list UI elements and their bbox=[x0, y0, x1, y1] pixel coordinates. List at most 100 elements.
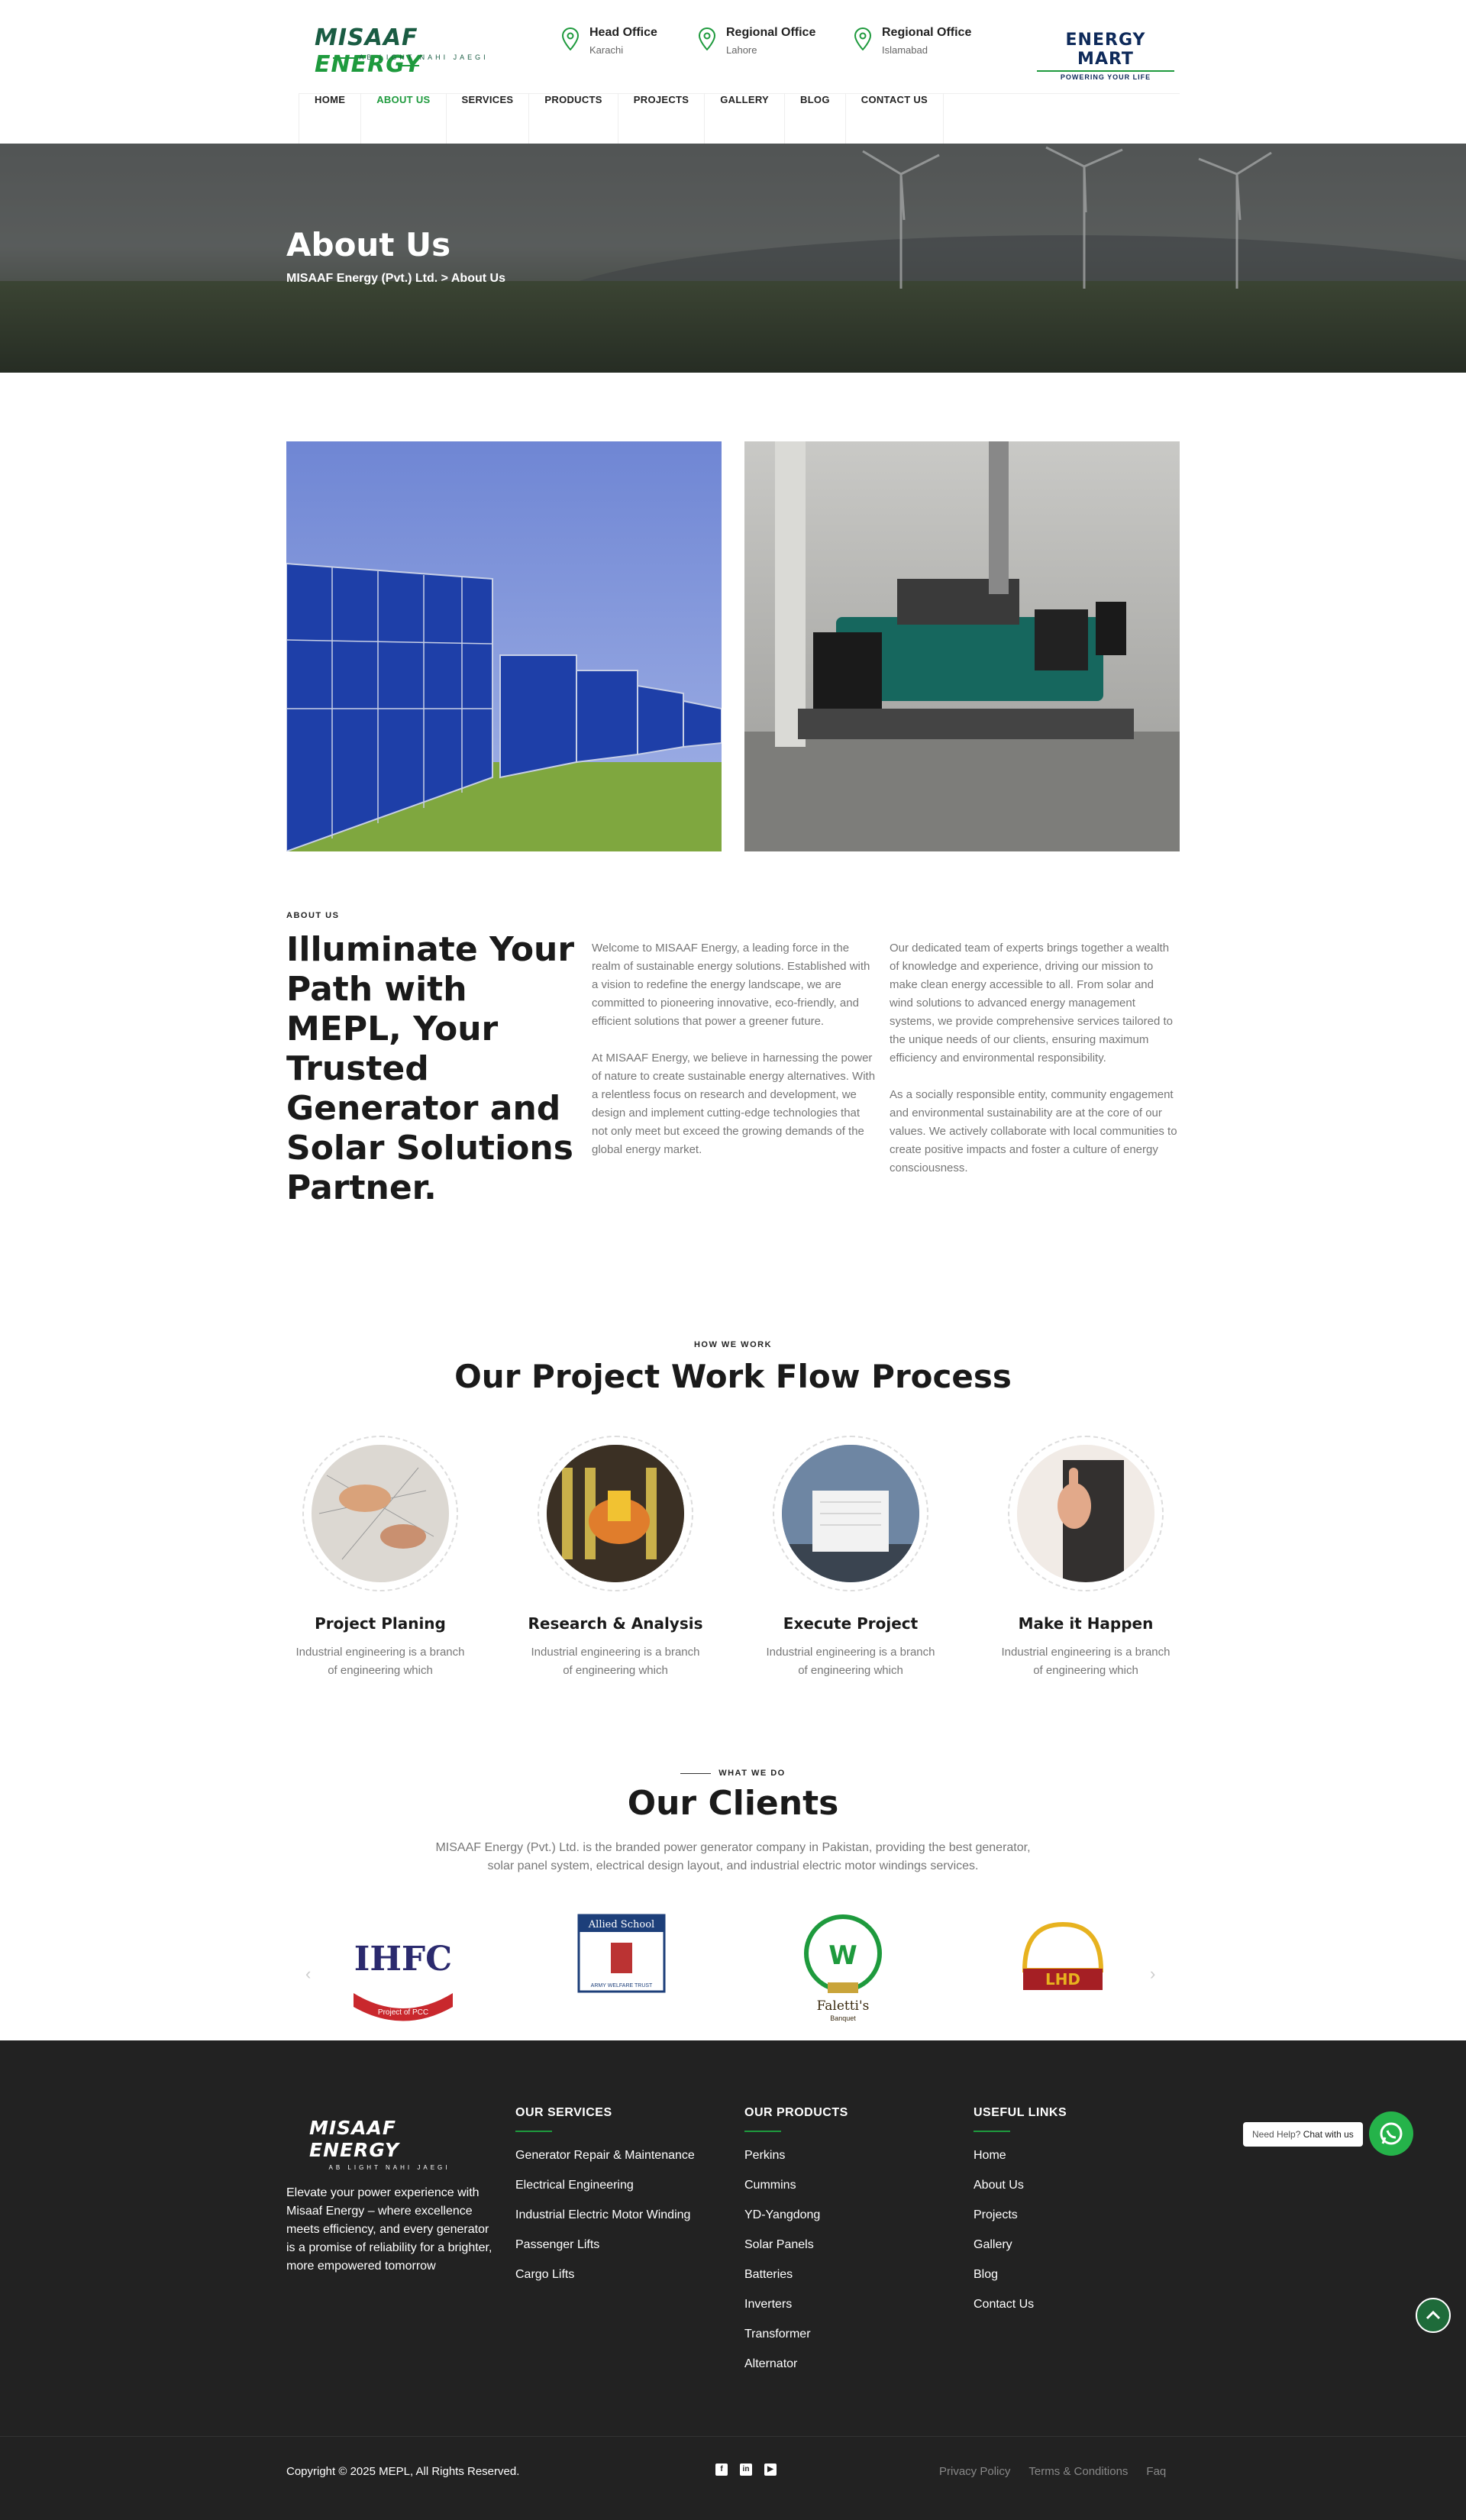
footer-logo[interactable]: MISAAF ENERGY AB LIGHT NAHI JAEGI bbox=[309, 2117, 470, 2171]
chevron-right-icon[interactable]: › bbox=[1150, 1964, 1155, 1984]
workflow-title: Our Project Work Flow Process bbox=[454, 1358, 1012, 1395]
location-pin-icon bbox=[699, 27, 715, 50]
footer-link[interactable]: Transformer bbox=[744, 2328, 848, 2357]
breadcrumb[interactable]: MISAAF Energy (Pvt.) Ltd. > About Us bbox=[286, 272, 505, 286]
client-logo-text: IHFC bbox=[354, 1940, 452, 1979]
legal-links: Privacy Policy Terms & Conditions Faq bbox=[939, 2465, 1166, 2478]
client-logo-allied-school[interactable]: Allied School ARMY WELFARE TRUST bbox=[560, 1909, 683, 2031]
footer-logo-word: MISAAF ENERGY bbox=[309, 2117, 399, 2161]
about-heading: Illuminate Your Path with MEPL, Your Tru… bbox=[286, 930, 575, 1207]
footer-link[interactable]: Home bbox=[974, 2149, 1067, 2179]
footer-link[interactable]: Batteries bbox=[744, 2268, 848, 2298]
step-name: Project Planing bbox=[315, 1614, 446, 1633]
chevron-left-icon[interactable]: ‹ bbox=[305, 1964, 311, 1984]
about-column-left: Welcome to MISAAF Energy, a leading forc… bbox=[592, 939, 878, 1159]
office-title: Regional Office bbox=[726, 26, 816, 39]
clients-description: MISAAF Energy (Pvt.) Ltd. is the branded… bbox=[435, 1841, 1031, 1872]
generator-image bbox=[744, 441, 1180, 851]
footer-link[interactable]: Generator Repair & Maintenance bbox=[515, 2149, 695, 2179]
nav-products[interactable]: PRODUCTS bbox=[528, 94, 617, 144]
nav-services[interactable]: SERVICES bbox=[445, 94, 529, 144]
chat-help-bubble[interactable]: Need Help? Chat with us bbox=[1243, 2122, 1363, 2147]
page-hero: About Us MISAAF Energy (Pvt.) Ltd. > Abo… bbox=[0, 144, 1466, 373]
office-lahore: Regional Office Lahore bbox=[699, 26, 815, 61]
svg-text:W: W bbox=[828, 1940, 857, 1971]
client-logo-text: Allied School bbox=[588, 1919, 654, 1930]
logo-tagline: AB LIGHT NAHI JAEGI bbox=[315, 53, 502, 69]
footer-link[interactable]: Projects bbox=[974, 2208, 1067, 2238]
client-logo-lhd[interactable]: LHD bbox=[1002, 1909, 1124, 2031]
footer-link[interactable]: Cummins bbox=[744, 2179, 848, 2208]
footer-link[interactable]: Electrical Engineering bbox=[515, 2179, 695, 2208]
office-city: Islamabad bbox=[882, 44, 928, 56]
site-footer: MISAAF ENERGY AB LIGHT NAHI JAEGI Elevat… bbox=[0, 2040, 1466, 2520]
linkedin-icon[interactable]: in bbox=[740, 2463, 752, 2476]
step-desc: Industrial engineering is a branch of en… bbox=[295, 1646, 465, 1677]
footer-logo-tagline: AB LIGHT NAHI JAEGI bbox=[328, 2164, 450, 2171]
location-pin-icon bbox=[562, 27, 579, 50]
office-city: Lahore bbox=[726, 44, 757, 56]
footer-link[interactable]: YD-Yangdong bbox=[744, 2208, 848, 2238]
page-title: About Us bbox=[286, 226, 451, 263]
energy-mart-logo[interactable]: ENERGY MART POWERING YOUR LIFE bbox=[1037, 31, 1174, 81]
facebook-icon[interactable]: f bbox=[715, 2463, 728, 2476]
workflow-step: Make it Happen Industrial engineering is… bbox=[988, 1436, 1183, 1680]
footer-divider bbox=[0, 2436, 1466, 2437]
client-logo-text: Faletti's bbox=[817, 1998, 870, 2014]
footer-services: OUR SERVICES Generator Repair & Maintena… bbox=[515, 2106, 695, 2298]
clients-eyebrow: WHAT WE DO bbox=[0, 1769, 1466, 1778]
workflow-step: Project Planing Industrial engineering i… bbox=[283, 1436, 478, 1680]
footer-link[interactable]: Perkins bbox=[744, 2149, 848, 2179]
main-nav: HOME ABOUT US SERVICES PRODUCTS PROJECTS… bbox=[299, 93, 1180, 144]
step-name: Research & Analysis bbox=[528, 1614, 703, 1633]
site-logo[interactable]: MISAAF ENERGY AB LIGHT NAHI JAEGI bbox=[315, 24, 502, 78]
copyright: Copyright © 2025 MEPL, All Rights Reserv… bbox=[286, 2465, 520, 2478]
site-header: MISAAF ENERGY AB LIGHT NAHI JAEGI Head O… bbox=[0, 0, 1466, 144]
solar-panels-image bbox=[286, 441, 722, 851]
footer-link[interactable]: Solar Panels bbox=[744, 2238, 848, 2268]
planning-image bbox=[312, 1445, 449, 1582]
scroll-to-top-icon[interactable] bbox=[1416, 2298, 1451, 2333]
footer-link[interactable]: Inverters bbox=[744, 2298, 848, 2328]
client-logo-ihfc[interactable]: IHFC Project of PCC bbox=[342, 1909, 464, 2031]
footer-link[interactable]: Passenger Lifts bbox=[515, 2238, 695, 2268]
nav-about-us[interactable]: ABOUT US bbox=[360, 94, 445, 144]
client-logo-sub: ARMY WELFARE TRUST bbox=[591, 1983, 653, 1989]
office-city: Karachi bbox=[589, 44, 624, 56]
privacy-policy-link[interactable]: Privacy Policy bbox=[939, 2465, 1010, 2478]
footer-column-title: USEFUL LINKS bbox=[974, 2106, 1067, 2119]
help-prefix: Need Help? bbox=[1252, 2129, 1301, 2140]
client-logo-sub: Banquet bbox=[830, 2014, 856, 2022]
office-title: Regional Office bbox=[882, 26, 972, 39]
step-desc: Industrial engineering is a branch of en… bbox=[766, 1646, 935, 1677]
footer-link[interactable]: Gallery bbox=[974, 2238, 1067, 2268]
step-desc: Industrial engineering is a branch of en… bbox=[1001, 1646, 1171, 1677]
nav-blog[interactable]: BLOG bbox=[784, 94, 845, 144]
nav-gallery[interactable]: GALLERY bbox=[704, 94, 784, 144]
footer-link[interactable]: Blog bbox=[974, 2268, 1067, 2298]
nav-contact-us[interactable]: CONTACT US bbox=[844, 94, 945, 144]
office-title: Head Office bbox=[589, 26, 657, 39]
footer-link[interactable]: Cargo Lifts bbox=[515, 2268, 695, 2298]
nav-projects[interactable]: PROJECTS bbox=[617, 94, 704, 144]
youtube-icon[interactable]: ▶ bbox=[764, 2463, 777, 2476]
terms-link[interactable]: Terms & Conditions bbox=[1028, 2465, 1128, 2478]
client-logo-falettis[interactable]: W Faletti's Banquet bbox=[782, 1909, 904, 2031]
workflow-step: Research & Analysis Industrial engineeri… bbox=[518, 1436, 713, 1680]
step-name: Execute Project bbox=[783, 1614, 919, 1633]
nav-home[interactable]: HOME bbox=[299, 94, 360, 144]
electrician-image bbox=[547, 1445, 684, 1582]
footer-link[interactable]: Contact Us bbox=[974, 2298, 1067, 2328]
whatsapp-icon[interactable] bbox=[1369, 2111, 1413, 2156]
energy-mart-sub: POWERING YOUR LIFE bbox=[1037, 70, 1174, 81]
office-karachi: Head Office Karachi bbox=[562, 26, 657, 61]
energy-mart-title: ENERGY MART bbox=[1065, 31, 1146, 69]
footer-link[interactable]: Industrial Electric Motor Winding bbox=[515, 2208, 695, 2238]
footer-link[interactable]: About Us bbox=[974, 2179, 1067, 2208]
logo-word-left: MISAAF bbox=[315, 24, 418, 51]
footer-link[interactable]: Alternator bbox=[744, 2357, 848, 2387]
footer-products: OUR PRODUCTS Perkins Cummins YD-Yangdong… bbox=[744, 2106, 848, 2387]
client-logo-text: LHD bbox=[1045, 1970, 1080, 1989]
about-eyebrow: ABOUT US bbox=[286, 911, 340, 920]
faq-link[interactable]: Faq bbox=[1146, 2465, 1166, 2478]
